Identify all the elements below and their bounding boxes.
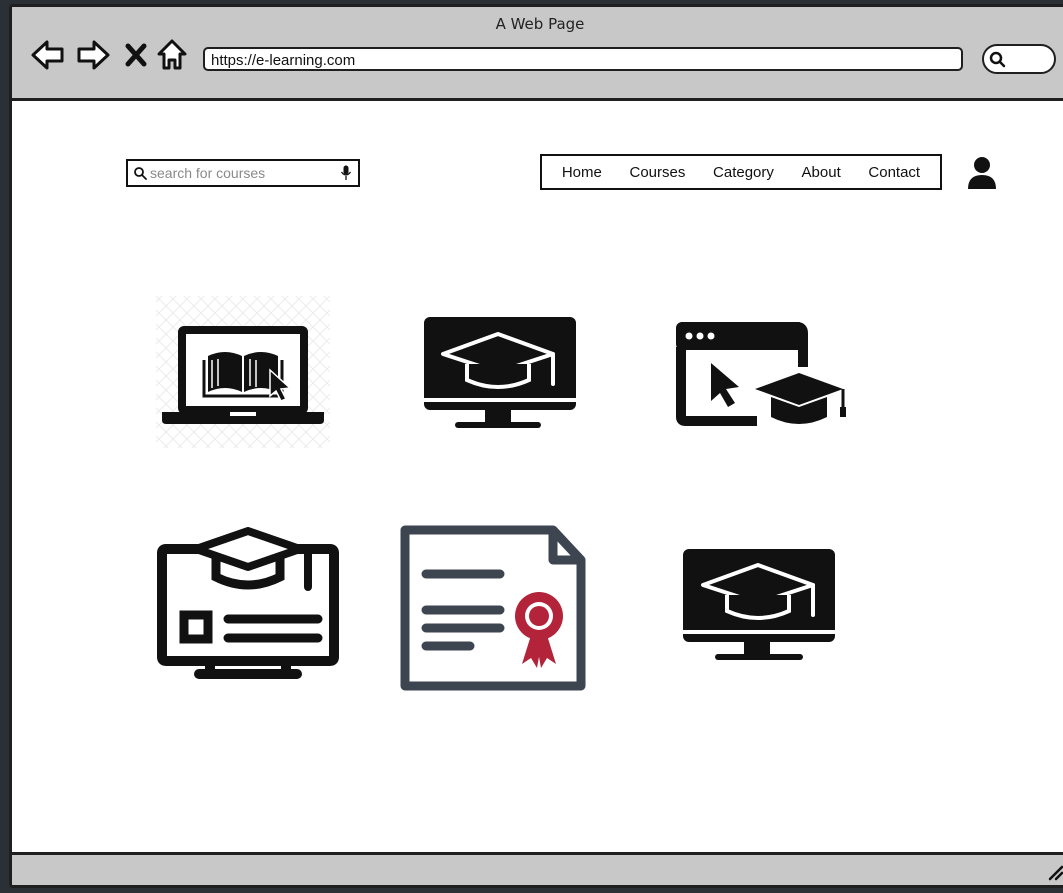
resize-grip-icon[interactable]	[1046, 863, 1063, 881]
nav-courses[interactable]: Courses	[630, 164, 686, 181]
browser-cursor-graduation-cap-icon[interactable]	[667, 319, 857, 429]
laptop-book-icon[interactable]	[152, 292, 334, 452]
search-icon	[134, 167, 147, 180]
search-icon	[989, 51, 1006, 68]
window-title: A Web Page	[495, 15, 585, 33]
close-x-icon[interactable]	[123, 38, 149, 72]
nav-about[interactable]: About	[802, 164, 841, 181]
browser-titlebar: A Web Page https://e-learning.com	[12, 7, 1063, 101]
course-search-box[interactable]	[126, 159, 360, 187]
monitor-cap-profile-icon[interactable]	[150, 527, 346, 687]
nav-category[interactable]: Category	[713, 164, 774, 181]
nav-home[interactable]: Home	[562, 164, 602, 181]
microphone-icon[interactable]	[340, 165, 352, 181]
address-bar[interactable]: https://e-learning.com	[203, 47, 963, 71]
user-icon[interactable]	[966, 155, 998, 191]
browser-window: A Web Page https://e-learning.com Home C…	[9, 4, 1063, 888]
certificate-icon[interactable]	[396, 522, 586, 694]
monitor-graduation-cap-icon[interactable]	[679, 543, 841, 669]
back-arrow-icon[interactable]	[30, 38, 66, 72]
main-nav: Home Courses Category About Contact	[540, 154, 942, 190]
browser-statusbar	[12, 852, 1063, 885]
monitor-graduation-cap-icon[interactable]	[417, 312, 579, 438]
nav-contact[interactable]: Contact	[868, 164, 920, 181]
home-icon[interactable]	[156, 38, 188, 72]
forward-arrow-icon[interactable]	[75, 38, 111, 72]
url-text: https://e-learning.com	[211, 52, 356, 69]
browser-search-button[interactable]	[982, 44, 1056, 74]
course-search-input[interactable]	[150, 162, 330, 184]
